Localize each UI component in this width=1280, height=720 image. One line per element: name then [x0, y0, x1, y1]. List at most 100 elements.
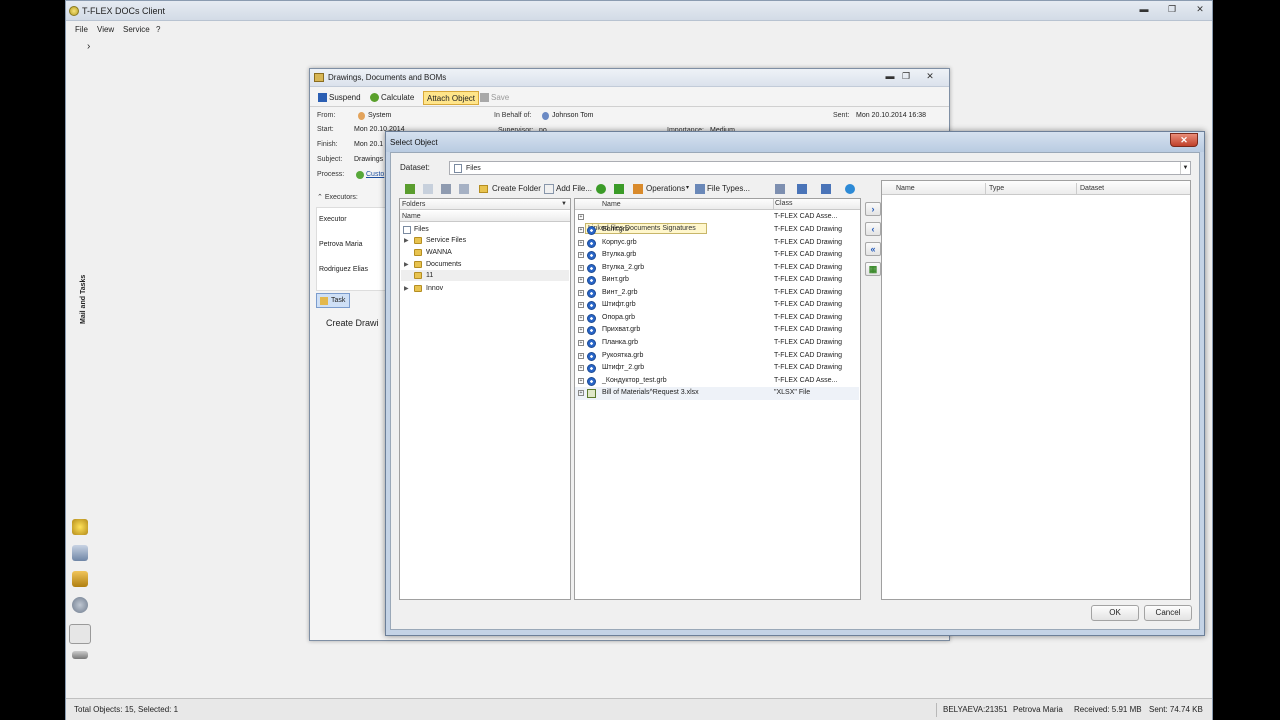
expand-icon[interactable]: + — [578, 339, 584, 346]
file-row[interactable]: + Втулка.grb T-FLEX CAD Drawing — [575, 249, 859, 262]
selected-type-header[interactable]: Type — [986, 183, 1077, 194]
tree-item-service-files[interactable]: Service Files — [426, 235, 466, 246]
view-icon[interactable] — [797, 184, 807, 194]
maximize-button[interactable]: ❐ — [1164, 4, 1180, 15]
expand-icon[interactable]: + — [578, 302, 584, 309]
file-row[interactable]: + Штифт_2.grb T-FLEX CAD Drawing — [575, 362, 859, 375]
chevron-down-icon[interactable]: ▾ — [686, 184, 689, 191]
add-icon[interactable] — [596, 184, 606, 194]
grid-icon[interactable] — [821, 184, 831, 194]
database-icon[interactable] — [72, 545, 88, 561]
file-row[interactable]: + Планка.grb T-FLEX CAD Drawing — [575, 337, 859, 350]
add-selected-button[interactable]: › — [865, 202, 881, 216]
file-row[interactable]: + _Кондуктор_test.grb T-FLEX CAD Asse... — [575, 375, 859, 388]
create-folder-button[interactable]: Create Folder — [492, 184, 541, 193]
selected-dataset-header[interactable]: Dataset — [1077, 183, 1189, 194]
menu-file[interactable]: File — [75, 25, 88, 34]
operations-button[interactable]: Operations — [646, 184, 685, 193]
cancel-button[interactable]: Cancel — [1144, 605, 1192, 621]
file-row[interactable]: + Штифт.grb T-FLEX CAD Drawing — [575, 299, 859, 312]
properties-icon[interactable] — [459, 184, 469, 194]
file-row[interactable]: + Винт_2.grb T-FLEX CAD Drawing — [575, 287, 859, 300]
expand-icon[interactable]: + — [578, 314, 584, 321]
task-close-button[interactable]: ✕ — [922, 71, 938, 82]
save-button[interactable]: Save — [478, 91, 512, 105]
menu-view[interactable]: View — [97, 25, 114, 34]
close-icon[interactable]: ✕ — [1170, 133, 1198, 147]
tree-item-innov[interactable]: Innov — [426, 283, 443, 294]
dataset-select[interactable]: Files ▼ — [449, 161, 1191, 175]
file-row[interactable]: + Винт.grb T-FLEX CAD Drawing — [575, 274, 859, 287]
expand-icon[interactable]: + — [578, 264, 584, 271]
suspend-button[interactable]: Suspend — [316, 91, 364, 105]
file-row[interactable]: + Болт.grb T-FLEX CAD Drawing — [575, 224, 859, 237]
file-row[interactable]: + Опора.grb T-FLEX CAD Drawing — [575, 312, 859, 325]
save-icon[interactable] — [441, 184, 451, 194]
grid-icon[interactable]: ▦ — [865, 262, 881, 276]
attach-object-button[interactable]: Attach Object — [423, 91, 480, 105]
expand-icon[interactable]: + — [578, 239, 584, 246]
tab-task[interactable]: Task — [316, 293, 350, 308]
executor-item[interactable]: Rodriguez Elias — [319, 266, 368, 273]
chevron-down-icon[interactable]: ▼ — [1180, 162, 1190, 174]
app-title: T-FLEX DOCs Client — [82, 6, 166, 16]
calculate-button[interactable]: Calculate — [368, 91, 417, 105]
expand-icon[interactable]: + — [578, 227, 584, 233]
expand-icon[interactable]: + — [578, 214, 584, 220]
file-row[interactable]: + Прихват.grb T-FLEX CAD Drawing — [575, 324, 859, 337]
files-name-column[interactable]: Name — [575, 199, 860, 210]
expand-icon[interactable]: + — [578, 390, 584, 397]
users-icon[interactable] — [775, 184, 785, 194]
refresh-folder-icon[interactable] — [405, 184, 415, 194]
add-file-button[interactable]: Add File... — [556, 184, 592, 193]
task-minimize-button[interactable]: ▬ — [882, 71, 898, 81]
chevron-down-icon[interactable]: ▼ — [561, 199, 567, 210]
expand-icon[interactable]: + — [578, 277, 584, 284]
mail-icon[interactable] — [69, 624, 91, 644]
folders-name-column[interactable]: Name — [400, 211, 570, 222]
file-row[interactable]: + Bill of Materials^Request 3.xlsx "XLSX" … — [575, 387, 859, 400]
tools-icon[interactable] — [72, 651, 88, 659]
minimize-button[interactable]: ▬ — [1136, 4, 1152, 14]
cad-file-icon — [587, 338, 596, 348]
select-object-dialog: Select Object ✕ Dataset: Files ▼ Create … — [385, 131, 1205, 636]
refresh-icon[interactable] — [845, 184, 855, 194]
selected-name-header[interactable]: Name — [893, 183, 986, 194]
menu-service[interactable]: Service — [123, 25, 150, 34]
expand-icon[interactable]: + — [578, 252, 584, 259]
file-row[interactable]: + Корпус.grb T-FLEX CAD Drawing — [575, 237, 859, 250]
package-icon[interactable] — [72, 571, 88, 587]
files-class-header[interactable]: Class — [775, 200, 793, 207]
tree-item-wanna[interactable]: WANNA — [426, 247, 452, 258]
executor-item[interactable]: Petrova Maria — [319, 241, 363, 248]
expand-icon[interactable]: + — [578, 365, 584, 372]
recycle-icon[interactable] — [614, 184, 624, 194]
expand-icon[interactable]: + — [578, 352, 584, 359]
process-link[interactable]: Custo — [366, 171, 384, 178]
expand-arrow-icon[interactable]: ▶ — [404, 285, 409, 292]
ok-button[interactable]: OK — [1091, 605, 1139, 621]
task-toolbar: Suspend Calculate Attach Object Save — [310, 88, 949, 107]
edit-icon[interactable] — [423, 184, 433, 194]
file-row[interactable]: + Рукоятка.grb T-FLEX CAD Drawing — [575, 350, 859, 363]
file-row[interactable]: + Linked files Documents Signatures T-FL… — [575, 211, 859, 234]
file-row[interactable]: + Втулка_2.grb T-FLEX CAD Drawing — [575, 262, 859, 275]
remove-all-button[interactable]: « — [865, 242, 881, 256]
tree-item-files[interactable]: Files — [414, 224, 429, 235]
expand-icon[interactable]: + — [578, 377, 584, 384]
brush-icon[interactable] — [72, 519, 88, 535]
expand-arrow-icon[interactable]: ▶ — [404, 237, 409, 244]
expand-arrow-icon[interactable]: ▶ — [404, 261, 409, 268]
tree-item-11[interactable]: 11 — [426, 270, 433, 281]
gear-icon[interactable] — [72, 597, 88, 613]
tree-item-documents[interactable]: Documents — [426, 259, 461, 270]
task-maximize-button[interactable]: ❐ — [898, 71, 914, 82]
remove-selected-button[interactable]: ‹ — [865, 222, 881, 236]
from-label: From: — [317, 112, 336, 119]
status-bar: Total Objects: 15, Selected: 1 BELYAEVA:… — [66, 698, 1212, 720]
menu-help[interactable]: ? — [156, 25, 160, 34]
close-button[interactable]: ✕ — [1192, 4, 1208, 15]
file-types-button[interactable]: File Types... — [707, 184, 750, 193]
expand-icon[interactable]: + — [578, 327, 584, 334]
expand-icon[interactable]: + — [578, 289, 584, 296]
